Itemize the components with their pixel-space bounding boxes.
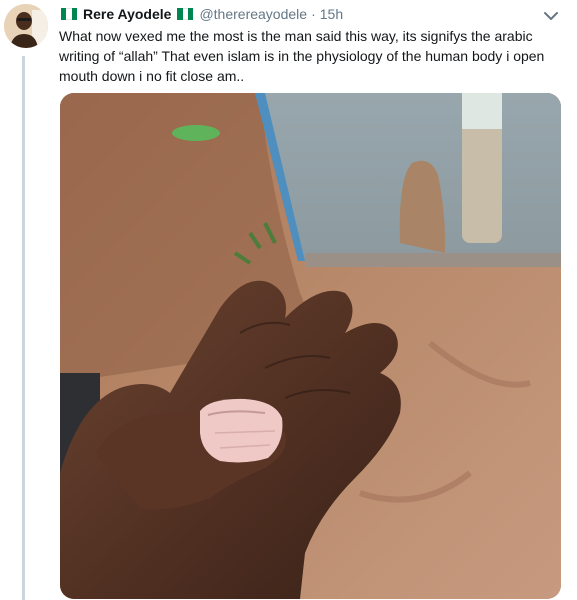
tweet-text: What now vexed me the most is the man sa… — [59, 28, 545, 84]
separator-dot: · — [311, 6, 316, 22]
nigeria-flag-icon — [61, 8, 77, 20]
author-handle[interactable]: @therereayodele — [199, 6, 307, 22]
flag-stripe — [188, 8, 194, 20]
avatar-image — [4, 4, 48, 48]
tweet-timestamp[interactable]: 15h — [320, 6, 343, 22]
tweet-header: Rere Ayodele @therereayodele · 15h — [59, 4, 343, 24]
nigeria-flag-icon — [177, 8, 194, 20]
author-name[interactable]: Rere Ayodele — [83, 6, 171, 22]
thread-line — [22, 56, 25, 600]
photo-illustration — [60, 93, 561, 599]
avatar[interactable] — [4, 4, 48, 48]
chevron-down-icon[interactable] — [543, 8, 559, 24]
tweet-photo[interactable] — [60, 93, 561, 599]
flag-stripe — [71, 8, 77, 20]
